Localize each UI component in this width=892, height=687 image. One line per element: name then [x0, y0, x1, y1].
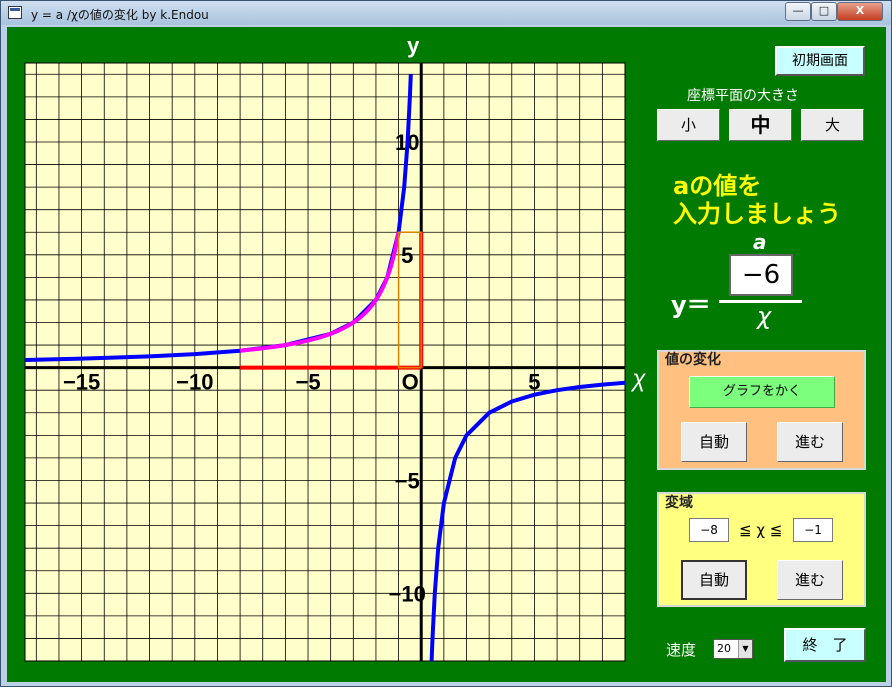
formula-lhs: y＝ [671, 291, 711, 319]
numerator-label: a [753, 230, 767, 254]
domain-step-button[interactable]: 進む [777, 560, 843, 600]
speed-select[interactable]: 20 ▼ [713, 639, 753, 659]
y-tick-label: −5 [395, 468, 420, 493]
size-small-button[interactable]: 小 [657, 109, 720, 141]
value-change-panel: 値の変化 グラフをかく 自動 進む [657, 350, 866, 470]
speed-label: 速度 [666, 641, 697, 659]
client-area: −15 −10 −5 5 10 5 −5 −10 Oy χ 初期画面 座標平面の大きさ 小 中 大… [7, 27, 886, 682]
draw-graph-button[interactable]: グラフをかく [689, 376, 835, 408]
domain-min-input[interactable]: −8 [689, 518, 729, 542]
size-medium-button[interactable]: 中 [729, 109, 792, 141]
end-button[interactable]: 終 了 [784, 628, 866, 662]
x-tick-label: 5 [528, 370, 540, 395]
plot-background [24, 62, 626, 662]
domain-auto-button[interactable]: 自動 [681, 560, 747, 600]
x-tick-label: −10 [176, 370, 213, 395]
y-tick-label: 5 [401, 243, 413, 268]
chevron-down-icon[interactable]: ▼ [738, 640, 752, 658]
origin-label: O [402, 370, 419, 395]
a-value-input[interactable]: −6 [729, 254, 793, 296]
denominator-label: χ [757, 302, 772, 330]
app-icon [8, 6, 22, 19]
domain-relation-label: ≦ χ ≦ [739, 521, 783, 539]
window-title: y = a /χの値の変化 by k.Endou [31, 8, 209, 22]
size-large-button[interactable]: 大 [801, 109, 864, 141]
minimize-button[interactable]: — [785, 2, 811, 21]
title-bar: y = a /χの値の変化 by k.Endou — □ X [1, 1, 891, 25]
x-tick-label: −15 [63, 370, 100, 395]
plane-size-label: 座標平面の大きさ [687, 88, 799, 104]
speed-value: 20 [717, 642, 731, 655]
domain-max-input[interactable]: −1 [793, 518, 833, 542]
app-window: y = a /χの値の変化 by k.Endou — □ X −15 −10 −5 5… [0, 0, 892, 687]
change-auto-button[interactable]: 自動 [681, 422, 747, 462]
domain-panel: 変域 −8 ≦ χ ≦ −1 自動 進む [657, 492, 866, 607]
x-axis-label: χ [630, 366, 646, 393]
prompt-line-2: 入力しましょう [673, 200, 841, 228]
y-tick-label: −10 [389, 581, 426, 606]
y-axis-label: y [407, 33, 420, 58]
x-tick-label: −5 [295, 370, 320, 395]
value-change-title: 値の変化 [665, 352, 721, 368]
close-button[interactable]: X [837, 2, 883, 21]
maximize-button[interactable]: □ [811, 2, 837, 21]
reset-screen-button[interactable]: 初期画面 [775, 46, 865, 76]
domain-title: 変域 [665, 495, 693, 511]
change-step-button[interactable]: 進む [777, 422, 843, 462]
